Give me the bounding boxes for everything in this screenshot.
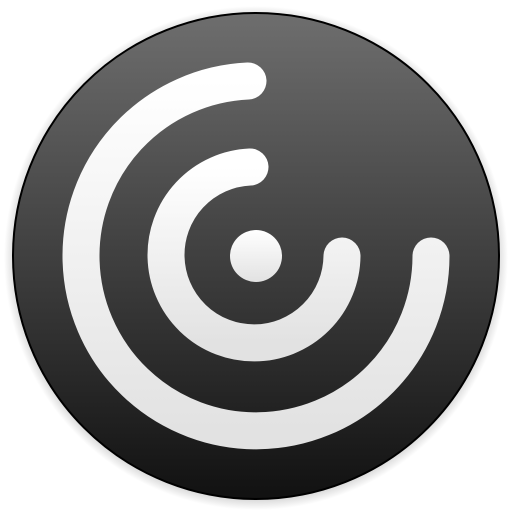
radar-signal-icon (4, 6, 508, 510)
center-signal-dot (230, 230, 282, 282)
app-icon-canvas (0, 0, 512, 512)
